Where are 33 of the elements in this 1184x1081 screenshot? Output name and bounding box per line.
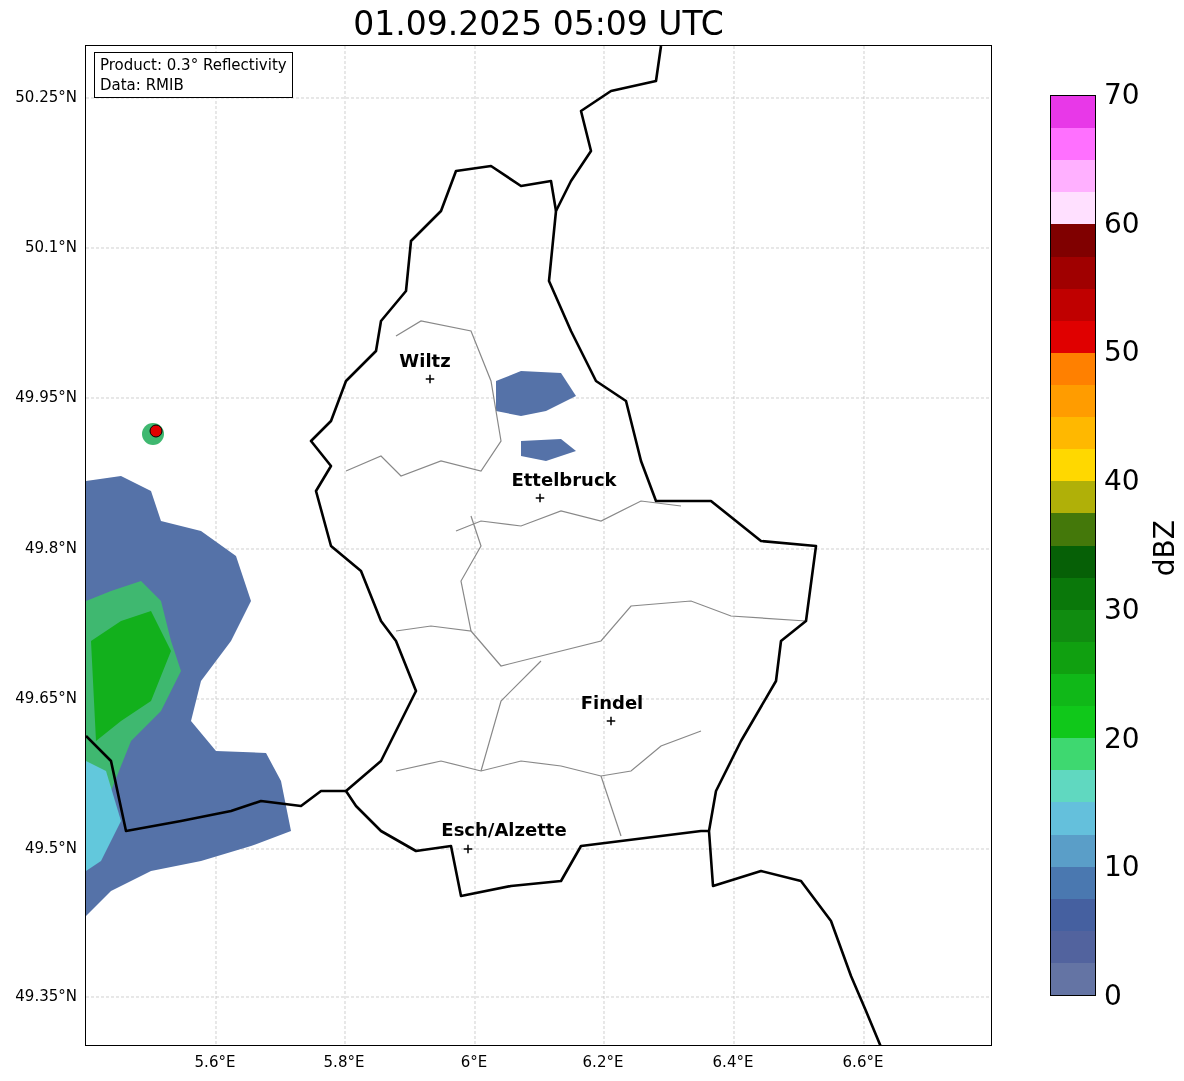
axis-tick-label: 5.8°E xyxy=(323,1052,365,1073)
city-marker-icon xyxy=(535,493,545,503)
colorbar-label: dBZ xyxy=(1147,520,1182,577)
chart-title: 01.09.2025 05:09 UTC xyxy=(352,4,725,44)
axis-tick-label: 50.25°N xyxy=(15,86,77,108)
city-label: Wiltz xyxy=(399,351,451,371)
info-text: Product: 0.3° Reflectivity xyxy=(100,55,287,75)
colorbar-tick-label: 20 xyxy=(1104,723,1140,754)
axis-tick-label: 6°E xyxy=(460,1052,488,1073)
city-marker-icon xyxy=(606,716,616,726)
axis-tick-label: 49.5°N xyxy=(24,837,77,859)
info-text: Data: RMIB xyxy=(100,75,185,95)
axis-tick-label: 49.95°N xyxy=(15,386,77,408)
city-marker-icon xyxy=(463,844,473,854)
colorbar-tick-label: 10 xyxy=(1104,852,1140,883)
colorbar-tick-label: 30 xyxy=(1104,594,1140,625)
colorbar-tick-label: 70 xyxy=(1104,80,1140,110)
axis-tick-label: 49.65°N xyxy=(15,687,77,709)
axis-tick-label: 6.6°E xyxy=(842,1052,884,1073)
colorbar-tick-label: 40 xyxy=(1104,466,1140,497)
city-label: Ettelbruck xyxy=(511,470,617,490)
axis-tick-label: 50.1°N xyxy=(24,236,77,258)
city-marker-icon xyxy=(425,374,435,384)
axis-tick-label: 6.4°E xyxy=(712,1052,754,1073)
colorbar-tick-label: 60 xyxy=(1104,208,1140,239)
axis-tick-label: 49.35°N xyxy=(15,985,77,1007)
city-label: Findel xyxy=(580,693,644,713)
colorbar-tick-label: 50 xyxy=(1104,337,1140,368)
axis-tick-label: 49.8°N xyxy=(24,537,77,559)
axis-tick-label: 6.2°E xyxy=(582,1052,624,1073)
city-label: Esch/Alzette xyxy=(441,820,567,840)
colorbar-tick-label: 0 xyxy=(1104,981,1122,1011)
axis-tick-label: 5.6°E xyxy=(194,1052,236,1073)
